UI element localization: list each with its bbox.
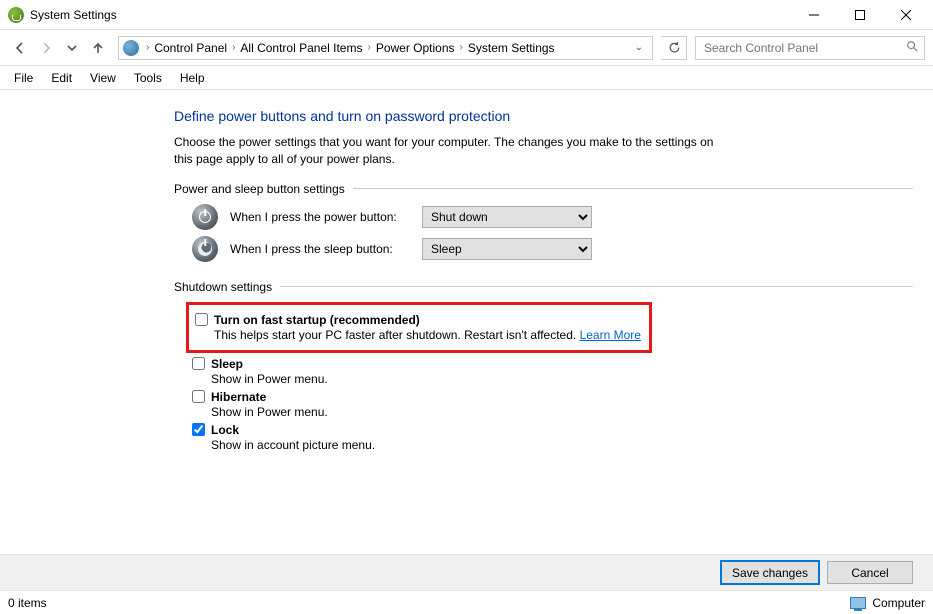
button-bar: Save changes Cancel <box>0 554 933 590</box>
search-input[interactable] <box>702 40 906 56</box>
cancel-button[interactable]: Cancel <box>827 561 913 584</box>
chevron-right-icon: › <box>143 42 152 53</box>
address-bar[interactable]: › Control Panel › All Control Panel Item… <box>118 36 653 60</box>
status-right: Computer <box>872 596 925 610</box>
recent-dropdown[interactable] <box>60 36 84 60</box>
search-icon <box>906 40 918 55</box>
hibernate-item: Hibernate Show in Power menu. <box>192 390 913 419</box>
hibernate-label: Hibernate <box>211 390 266 404</box>
chevron-right-icon: › <box>229 42 238 53</box>
breadcrumb-item[interactable]: System Settings <box>466 41 557 55</box>
breadcrumb-item[interactable]: Power Options <box>374 41 457 55</box>
search-box[interactable] <box>695 36 925 60</box>
chevron-right-icon: › <box>364 42 373 53</box>
highlight-fast-startup: Turn on fast startup (recommended) This … <box>186 302 652 353</box>
learn-more-link[interactable]: Learn More <box>580 328 641 342</box>
up-button[interactable] <box>86 36 110 60</box>
computer-icon <box>850 597 866 609</box>
close-button[interactable] <box>883 0 929 30</box>
power-button-label: When I press the power button: <box>230 210 410 224</box>
section-shutdown: Shutdown settings <box>174 280 913 294</box>
page-title: Define power buttons and turn on passwor… <box>174 108 913 124</box>
breadcrumb-item[interactable]: All Control Panel Items <box>238 41 364 55</box>
menu-tools[interactable]: Tools <box>126 69 170 87</box>
forward-button[interactable] <box>34 36 58 60</box>
sleep-button-row: When I press the sleep button: Sleep <box>192 236 913 262</box>
title-bar: System Settings <box>0 0 933 30</box>
navigation-bar: › Control Panel › All Control Panel Item… <box>0 30 933 66</box>
menu-file[interactable]: File <box>6 69 41 87</box>
app-icon <box>8 7 24 23</box>
sleep-sub: Show in Power menu. <box>211 372 913 386</box>
maximize-button[interactable] <box>837 0 883 30</box>
status-left: 0 items <box>8 596 850 610</box>
menu-view[interactable]: View <box>82 69 124 87</box>
fast-startup-sub: This helps start your PC faster after sh… <box>214 328 641 342</box>
lock-label: Lock <box>211 423 239 437</box>
chevron-right-icon: › <box>457 42 466 53</box>
hibernate-sub: Show in Power menu. <box>211 405 913 419</box>
lock-sub: Show in account picture menu. <box>211 438 913 452</box>
sleep-button-select[interactable]: Sleep <box>422 238 592 260</box>
power-button-select[interactable]: Shut down <box>422 206 592 228</box>
menu-help[interactable]: Help <box>172 69 213 87</box>
sleep-icon <box>192 236 218 262</box>
status-bar: 0 items Computer <box>0 590 933 614</box>
sleep-button-label: When I press the sleep button: <box>230 242 410 256</box>
hibernate-checkbox[interactable] <box>192 390 205 403</box>
section-label: Power and sleep button settings <box>174 182 353 196</box>
section-rule <box>353 188 913 189</box>
sleep-label: Sleep <box>211 357 243 371</box>
page-description: Choose the power settings that you want … <box>174 134 734 168</box>
save-button[interactable]: Save changes <box>721 561 819 584</box>
back-button[interactable] <box>8 36 32 60</box>
content-area: Define power buttons and turn on passwor… <box>0 90 933 562</box>
power-icon <box>192 204 218 230</box>
address-dropdown[interactable]: ⌄ <box>630 42 648 53</box>
sleep-item: Sleep Show in Power menu. <box>192 357 913 386</box>
fast-startup-subtext: This helps start your PC faster after sh… <box>214 328 580 342</box>
section-rule <box>280 286 913 287</box>
fast-startup-label: Turn on fast startup (recommended) <box>214 313 420 327</box>
fast-startup-checkbox[interactable] <box>195 313 208 326</box>
window-title: System Settings <box>30 8 791 22</box>
menu-bar: File Edit View Tools Help <box>0 66 933 90</box>
section-power-sleep: Power and sleep button settings <box>174 182 913 196</box>
breadcrumb-item[interactable]: Control Panel <box>152 41 229 55</box>
sleep-checkbox[interactable] <box>192 357 205 370</box>
address-icon <box>123 40 139 56</box>
power-button-row: When I press the power button: Shut down <box>192 204 913 230</box>
refresh-button[interactable] <box>661 36 687 60</box>
fast-startup-item: Turn on fast startup (recommended) This … <box>195 313 641 342</box>
lock-item: Lock Show in account picture menu. <box>192 423 913 452</box>
section-label: Shutdown settings <box>174 280 280 294</box>
lock-checkbox[interactable] <box>192 423 205 436</box>
menu-edit[interactable]: Edit <box>43 69 80 87</box>
minimize-button[interactable] <box>791 0 837 30</box>
